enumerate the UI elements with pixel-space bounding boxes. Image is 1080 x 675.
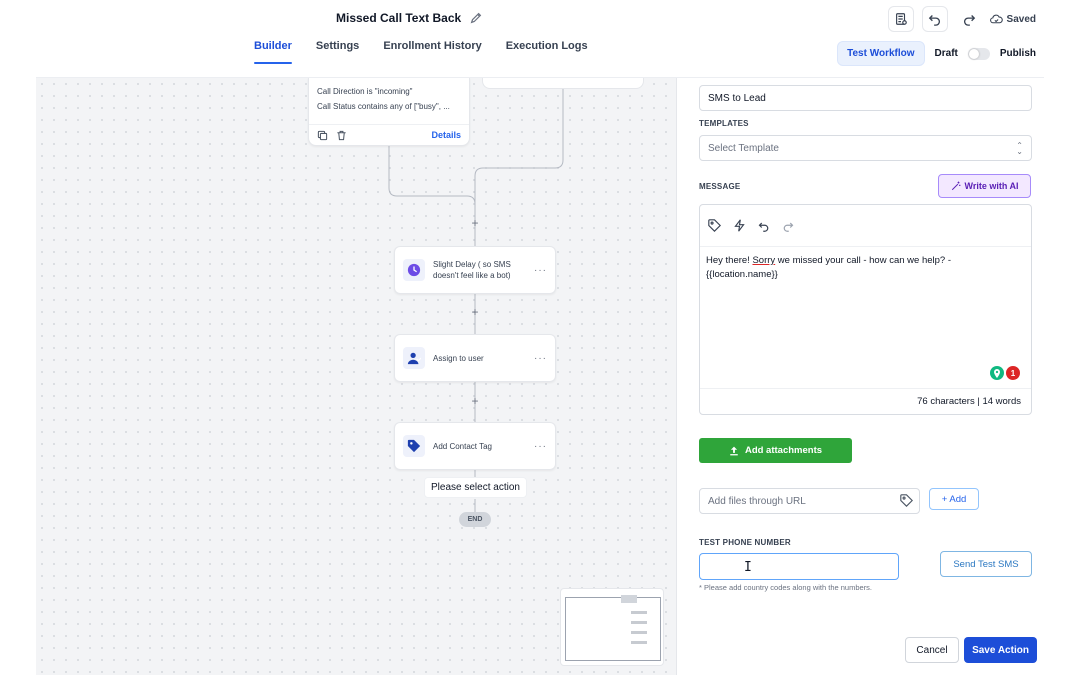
tab-settings[interactable]: Settings <box>316 40 359 64</box>
minimap-node <box>631 621 647 624</box>
message-text[interactable]: Hey there! Sorry we missed your call - h… <box>706 254 1006 282</box>
template-select[interactable]: Select Template ⌃ ⌄ <box>699 135 1032 161</box>
notification-badge[interactable]: 1 <box>1006 366 1020 380</box>
templates-label: TEMPLATES <box>699 119 749 128</box>
tag-icon <box>407 439 421 453</box>
minimap-node <box>621 595 637 603</box>
workflow-title[interactable]: Missed Call Text Back <box>336 11 461 25</box>
undo-icon <box>928 15 940 26</box>
test-phone-input[interactable] <box>699 553 899 580</box>
test-phone-label: TEST PHONE NUMBER <box>699 538 791 547</box>
select-action-placeholder[interactable]: Please select action <box>424 477 527 498</box>
save-action-button[interactable]: Save Action <box>964 637 1037 663</box>
user-assign-icon <box>407 352 421 365</box>
tab-execution-logs[interactable]: Execution Logs <box>506 40 588 64</box>
undo-button[interactable] <box>921 6 948 32</box>
condition-line-1: Call Direction is "incoming" <box>317 87 413 96</box>
node-label: Add Contact Tag <box>433 441 493 451</box>
tag-icon[interactable] <box>708 219 721 232</box>
condition-card-icons <box>317 130 347 141</box>
draft-label: Draft <box>934 48 958 59</box>
template-select-value: Select Template <box>708 142 779 154</box>
message-label: MESSAGE <box>699 182 741 191</box>
node-assign-user[interactable]: Assign to user ··· <box>394 334 556 382</box>
url-input[interactable]: Add files through URL <box>699 488 920 514</box>
publish-label: Publish <box>999 48 1036 59</box>
cancel-button[interactable]: Cancel <box>905 637 959 663</box>
redo-button[interactable] <box>956 6 982 32</box>
text-cursor-icon: I <box>744 560 752 575</box>
minimap-node <box>631 641 647 644</box>
node-icon-wrap <box>403 259 425 281</box>
editor-toolbar <box>700 205 1031 247</box>
misspelled-word: Sorry <box>752 255 776 266</box>
cloud-check-icon <box>989 14 1003 23</box>
title-area: Missed Call Text Back <box>336 11 483 25</box>
condition-line-2: Call Status contains any of ["busy", ... <box>317 102 450 111</box>
editor-badges: 1 <box>990 366 1020 380</box>
add-attachments-label: Add attachments <box>744 445 823 456</box>
redo-icon[interactable] <box>782 220 794 232</box>
test-workflow-button[interactable]: Test Workflow <box>837 41 925 66</box>
more-icon[interactable]: ··· <box>534 265 547 276</box>
magic-wand-icon <box>951 181 960 191</box>
lightning-icon[interactable] <box>733 219 746 232</box>
add-attachments-button[interactable]: Add attachments <box>699 438 852 463</box>
node-slight-delay[interactable]: Slight Delay ( so SMS doesn't feel like … <box>394 246 556 294</box>
more-icon[interactable]: ··· <box>534 441 547 452</box>
node-icon-wrap <box>403 347 425 369</box>
trash-icon[interactable] <box>336 130 347 141</box>
send-test-sms-button[interactable]: Send Test SMS <box>940 551 1032 577</box>
top-actions: Saved <box>887 6 1036 32</box>
node-add-contact-tag[interactable]: Add Contact Tag ··· <box>394 422 556 470</box>
character-count: 76 characters | 14 words <box>700 388 1031 414</box>
publish-toggle[interactable] <box>967 47 990 60</box>
top-bar: Missed Call Text Back Saved Builder Sett… <box>36 0 1044 78</box>
condition-card[interactable]: Call Direction is "incoming" Call Status… <box>308 78 470 146</box>
workflow-canvas[interactable] <box>36 78 676 675</box>
tab-builder[interactable]: Builder <box>254 40 292 64</box>
more-icon[interactable]: ··· <box>534 353 547 364</box>
node-label: Slight Delay ( so SMS doesn't feel like … <box>433 260 511 280</box>
phone-help-text: * Please add country codes along with th… <box>699 583 873 592</box>
clock-icon <box>407 263 421 277</box>
notes-button[interactable] <box>887 6 914 32</box>
saved-label: Saved <box>1006 13 1036 25</box>
node-label: Assign to user <box>433 353 484 363</box>
url-input-placeholder: Add files through URL <box>708 495 806 507</box>
write-with-ai-label: Write with AI <box>964 181 1019 191</box>
panel-divider[interactable] <box>676 78 684 675</box>
branch-card[interactable] <box>482 78 644 89</box>
main-tabs: Builder Settings Enrollment History Exec… <box>254 40 588 64</box>
copy-icon[interactable] <box>317 130 328 141</box>
details-link[interactable]: Details <box>431 130 461 140</box>
minimap-viewport[interactable] <box>565 597 661 661</box>
add-step-plus[interactable]: + <box>469 395 481 407</box>
node-icon-wrap <box>403 435 425 457</box>
add-step-plus[interactable]: + <box>469 217 481 229</box>
action-name-input[interactable]: SMS to Lead <box>699 85 1032 111</box>
message-editor[interactable]: Hey there! Sorry we missed your call - h… <box>699 204 1032 415</box>
pencil-icon[interactable] <box>469 11 483 25</box>
add-step-plus[interactable]: + <box>469 306 481 318</box>
message-text-part: Hey there! <box>706 255 753 266</box>
write-with-ai-button[interactable]: Write with AI <box>938 174 1031 198</box>
saved-status: Saved <box>989 13 1036 26</box>
minimap-node <box>631 631 647 634</box>
add-url-button[interactable]: + Add <box>929 488 979 510</box>
undo-icon[interactable] <box>758 220 770 232</box>
document-icon <box>895 13 907 25</box>
upload-icon <box>730 446 738 455</box>
minimap[interactable] <box>560 588 664 666</box>
minimap-node <box>631 611 647 614</box>
tag-icon <box>900 494 913 507</box>
workflow-controls: Test Workflow Draft Publish <box>837 41 1036 66</box>
tab-enrollment-history[interactable]: Enrollment History <box>383 40 481 64</box>
condition-card-footer: Details <box>309 124 469 146</box>
chevron-updown-icon: ⌃ ⌄ <box>1016 141 1023 156</box>
end-node: END <box>459 512 491 527</box>
location-pin-icon[interactable] <box>990 366 1004 380</box>
redo-icon <box>963 15 975 26</box>
